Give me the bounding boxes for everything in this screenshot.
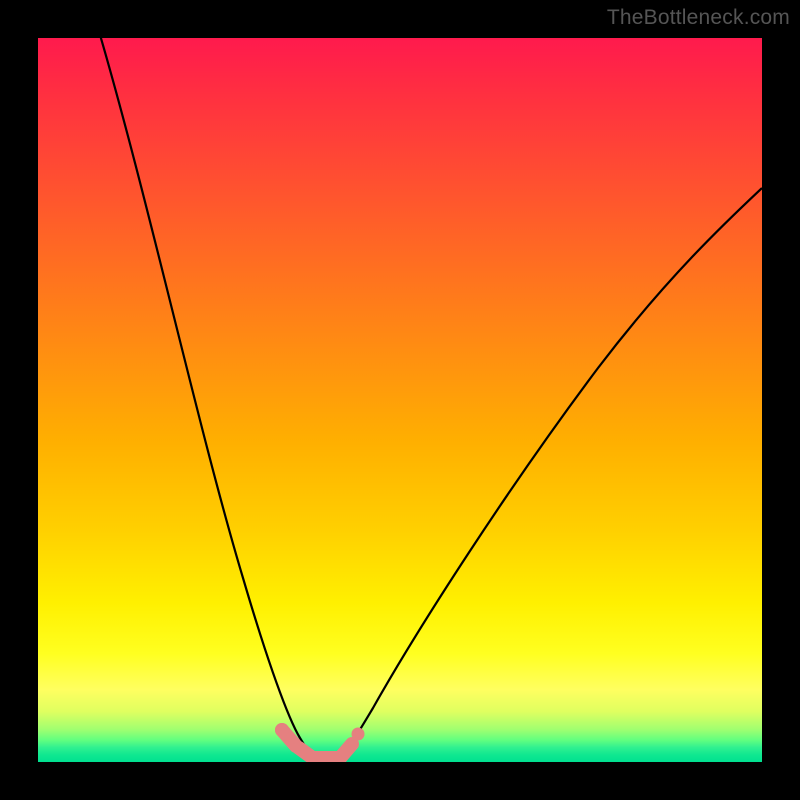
chart-frame bbox=[38, 38, 762, 762]
marker-segment-right bbox=[340, 744, 352, 758]
watermark-text: TheBottleneck.com bbox=[607, 6, 790, 30]
marker-dot-gap bbox=[275, 723, 289, 737]
marker-dot-1 bbox=[352, 728, 365, 741]
chart-svg bbox=[38, 38, 762, 762]
right-curve bbox=[340, 188, 762, 758]
left-curve bbox=[98, 38, 314, 758]
